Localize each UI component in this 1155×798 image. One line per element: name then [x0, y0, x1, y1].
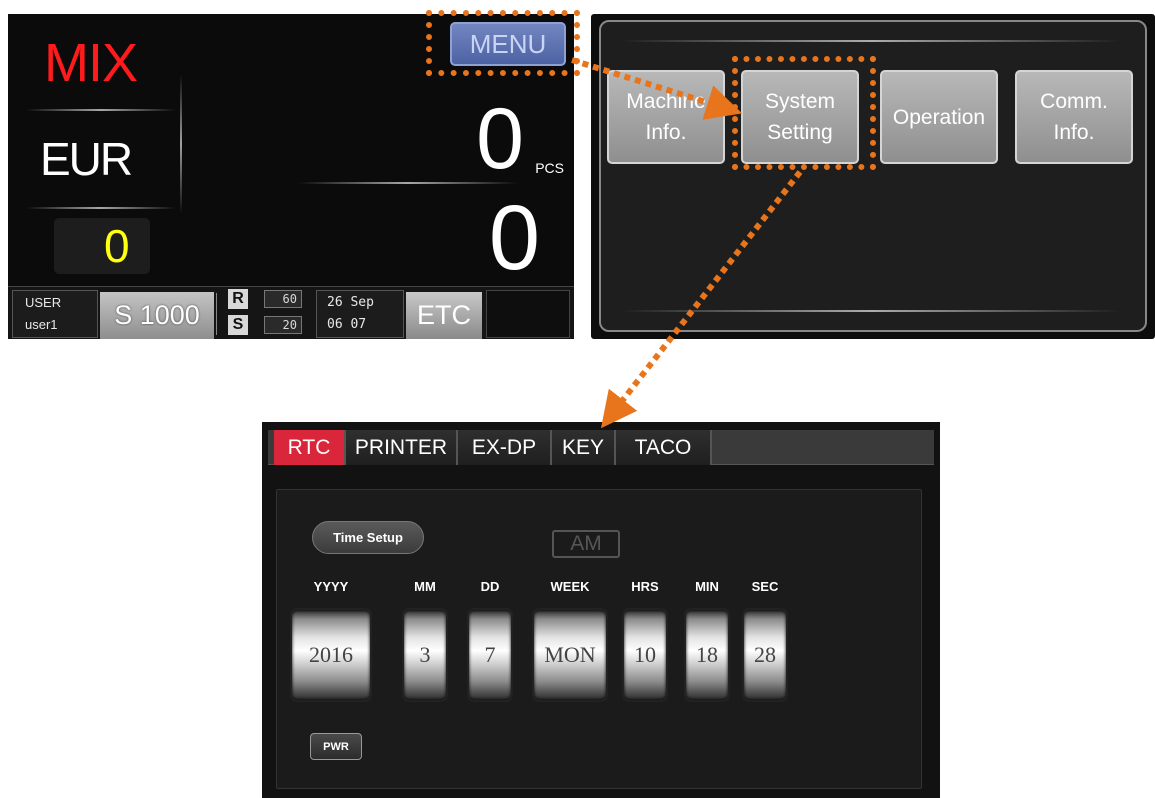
- flow-arrows: [571, 57, 803, 429]
- arrow-menu-to-system-setting: [571, 57, 743, 120]
- arrow-system-setting-to-rtc: [600, 170, 803, 429]
